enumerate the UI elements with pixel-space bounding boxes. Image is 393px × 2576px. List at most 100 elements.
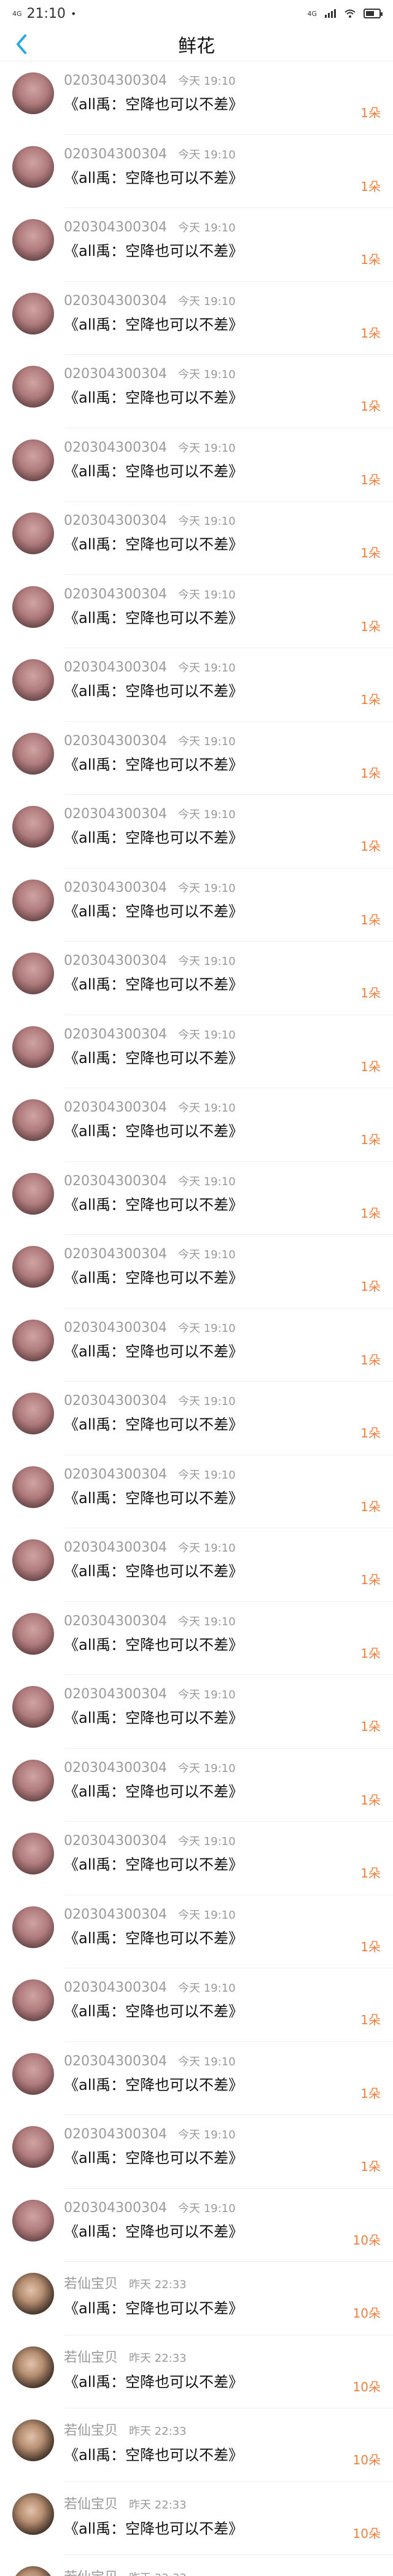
list-item[interactable]: 020304300304 今天 19:10 《all禹：空降也可以不差》 1朵	[0, 942, 393, 1015]
list-item[interactable]: 020304300304 今天 19:10 《all禹：空降也可以不差》 1朵	[0, 501, 393, 575]
list-item[interactable]: 020304300304 今天 19:10 《all禹：空降也可以不差》 1朵	[0, 1602, 393, 1675]
list-item[interactable]: 020304300304 今天 19:10 《all禹：空降也可以不差》 1朵	[0, 1309, 393, 1382]
list-item[interactable]: 020304300304 今天 19:10 《all禹：空降也可以不差》 1朵	[0, 428, 393, 501]
list-item[interactable]: 020304300304 今天 19:10 《all禹：空降也可以不差》 1朵	[0, 575, 393, 648]
book-title[interactable]: 《all禹：空降也可以不差》	[64, 312, 393, 334]
user-name[interactable]: 020304300304	[64, 1614, 167, 1629]
book-title[interactable]: 《all禹：空降也可以不差》	[64, 1046, 393, 1067]
user-name[interactable]: 020304300304	[64, 1320, 167, 1336]
book-title[interactable]: 《all禹：空降也可以不差》	[64, 532, 393, 554]
list-item[interactable]: 020304300304 今天 19:10 《all禹：空降也可以不差》 1朵	[0, 1895, 393, 1968]
list-item[interactable]: 020304300304 今天 19:10 《all禹：空降也可以不差》 1朵	[0, 868, 393, 942]
user-name[interactable]: 020304300304	[64, 1174, 167, 1189]
book-title[interactable]: 《all禹：空降也可以不差》	[64, 1486, 393, 1507]
user-name[interactable]: 020304300304	[64, 2200, 167, 2216]
book-title[interactable]: 《all禹：空降也可以不差》	[64, 166, 393, 187]
avatar[interactable]	[12, 439, 54, 481]
avatar[interactable]	[12, 2493, 54, 2535]
avatar[interactable]	[12, 1759, 54, 1801]
book-title[interactable]: 《all禹：空降也可以不差》	[64, 1412, 393, 1434]
user-name[interactable]: 020304300304	[64, 147, 167, 162]
book-title[interactable]: 《all禹：空降也可以不差》	[64, 899, 393, 921]
list-item[interactable]: 020304300304 今天 19:10 《all禹：空降也可以不差》 1朵	[0, 1162, 393, 1235]
book-title[interactable]: 《all禹：空降也可以不差》	[64, 972, 393, 994]
book-title[interactable]: 《all禹：空降也可以不差》	[64, 1706, 393, 1727]
avatar[interactable]	[12, 1026, 54, 1068]
avatar[interactable]	[12, 1319, 54, 1361]
avatar[interactable]	[12, 1539, 54, 1581]
avatar[interactable]	[12, 879, 54, 921]
list-item[interactable]: 020304300304 今天 19:10 《all禹：空降也可以不差》 1朵	[0, 135, 393, 208]
book-title[interactable]: 《all禹：空降也可以不差》	[64, 2296, 393, 2318]
avatar[interactable]	[12, 512, 54, 554]
book-title[interactable]: 《all禹：空降也可以不差》	[64, 92, 393, 114]
user-name[interactable]: 020304300304	[64, 1247, 167, 1262]
list-item[interactable]: 020304300304 今天 19:10 《all禹：空降也可以不差》 1朵	[0, 355, 393, 428]
user-name[interactable]: 020304300304	[64, 1907, 167, 1922]
user-name[interactable]: 020304300304	[64, 293, 167, 309]
list-item[interactable]: 020304300304 今天 19:10 《all禹：空降也可以不差》 1朵	[0, 1968, 393, 2042]
user-name[interactable]: 020304300304	[64, 220, 167, 235]
user-name[interactable]: 若仙宝贝	[64, 2346, 118, 2366]
list-item[interactable]: 若仙宝贝昨天 22:33《all禹：空降也可以不差》10朵	[0, 2482, 393, 2555]
avatar[interactable]	[12, 586, 54, 628]
avatar[interactable]	[12, 1172, 54, 1215]
user-name[interactable]: 020304300304	[64, 587, 167, 602]
user-name[interactable]: 若仙宝贝	[64, 2493, 118, 2513]
book-title[interactable]: 《all禹：空降也可以不差》	[64, 2443, 393, 2464]
user-name[interactable]: 020304300304	[64, 1760, 167, 1776]
user-name[interactable]: 若仙宝贝	[64, 2419, 118, 2439]
list-item[interactable]: 020304300304 今天 19:10 《all禹：空降也可以不差》 1朵	[0, 1015, 393, 1088]
avatar[interactable]	[12, 1612, 54, 1655]
avatar[interactable]	[12, 145, 54, 188]
avatar[interactable]	[12, 2273, 54, 2315]
book-title[interactable]: 《all禹：空降也可以不差》	[64, 1266, 393, 1287]
list-item[interactable]: 020304300304 今天 19:10 《all禹：空降也可以不差》 1朵	[0, 722, 393, 795]
book-title[interactable]: 《all禹：空降也可以不差》	[64, 2219, 393, 2241]
user-name[interactable]: 020304300304	[64, 366, 167, 382]
user-name[interactable]: 020304300304	[64, 1980, 167, 1995]
avatar[interactable]	[12, 1466, 54, 1508]
book-title[interactable]: 《all禹：空降也可以不差》	[64, 1119, 393, 1140]
user-name[interactable]: 020304300304	[64, 513, 167, 528]
avatar[interactable]	[12, 2419, 54, 2461]
list-item[interactable]: 020304300304 今天 19:10 《all禹：空降也可以不差》 1朵	[0, 282, 393, 355]
book-title[interactable]: 《all禹：空降也可以不差》	[64, 826, 393, 847]
list-item[interactable]: 020304300304 今天 19:10 《all禹：空降也可以不差》 1朵	[0, 208, 393, 282]
list-item[interactable]: 020304300304 今天 19:10 《all禹：空降也可以不差》 1朵	[0, 1455, 393, 1528]
book-title[interactable]: 《all禹：空降也可以不差》	[64, 1559, 393, 1580]
book-title[interactable]: 《all禹：空降也可以不差》	[64, 1852, 393, 1874]
avatar[interactable]	[12, 2566, 54, 2576]
avatar[interactable]	[12, 2199, 54, 2241]
back-button[interactable]	[11, 34, 32, 55]
book-title[interactable]: 《all禹：空降也可以不差》	[64, 679, 393, 700]
user-name[interactable]: 020304300304	[64, 1687, 167, 1702]
user-name[interactable]: 020304300304	[64, 2127, 167, 2142]
user-name[interactable]: 020304300304	[64, 806, 167, 822]
book-title[interactable]: 《all禹：空降也可以不差》	[64, 1779, 393, 1801]
user-name[interactable]: 020304300304	[64, 953, 167, 969]
book-title[interactable]: 《all禹：空降也可以不差》	[64, 1339, 393, 1361]
book-title[interactable]: 《all禹：空降也可以不差》	[64, 752, 393, 774]
avatar[interactable]	[12, 1393, 54, 1434]
list-item[interactable]: 若仙宝贝昨天 22:33《all禹：空降也可以不差》10朵	[0, 2555, 393, 2576]
avatar[interactable]	[12, 2346, 54, 2388]
avatar[interactable]	[12, 806, 54, 848]
avatar[interactable]	[12, 1686, 54, 1728]
list-item[interactable]: 020304300304 今天 19:10 《all禹：空降也可以不差》 1朵	[0, 2115, 393, 2189]
list-item[interactable]: 020304300304 今天 19:10 《all禹：空降也可以不差》 1朵	[0, 1822, 393, 1895]
user-name[interactable]: 020304300304	[64, 1833, 167, 1849]
avatar[interactable]	[12, 1833, 54, 1874]
list-item[interactable]: 020304300304 今天 19:10 《all禹：空降也可以不差》 1朵	[0, 1382, 393, 1455]
book-title[interactable]: 《all禹：空降也可以不差》	[64, 2073, 393, 2094]
list-item[interactable]: 若仙宝贝昨天 22:33《all禹：空降也可以不差》10朵	[0, 2335, 393, 2408]
book-title[interactable]: 《all禹：空降也可以不差》	[64, 2516, 393, 2538]
user-name[interactable]: 020304300304	[64, 2054, 167, 2069]
user-name[interactable]: 020304300304	[64, 1540, 167, 1555]
avatar[interactable]	[12, 1099, 54, 1141]
avatar[interactable]	[12, 659, 54, 701]
book-title[interactable]: 《all禹：空降也可以不差》	[64, 2146, 393, 2167]
book-title[interactable]: 《all禹：空降也可以不差》	[64, 459, 393, 481]
list-item[interactable]: 若仙宝贝昨天 22:33《all禹：空降也可以不差》10朵	[0, 2408, 393, 2482]
list-item[interactable]: 020304300304 今天 19:10 《all禹：空降也可以不差》 1朵	[0, 648, 393, 722]
